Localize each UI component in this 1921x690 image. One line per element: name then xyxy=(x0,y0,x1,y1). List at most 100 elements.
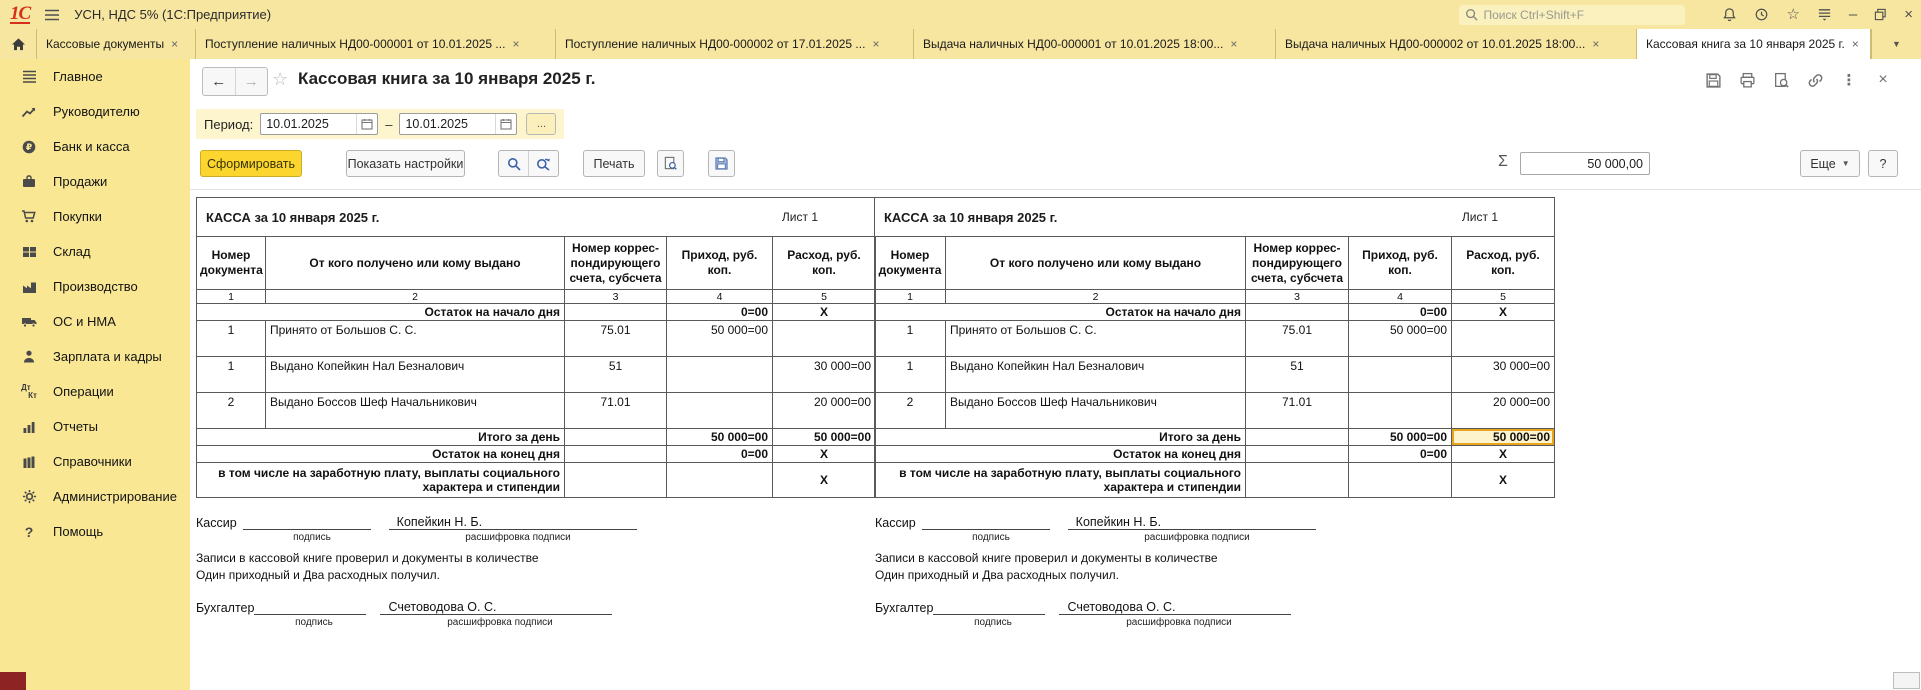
daily-total-income[interactable]: 50 000=00 xyxy=(1349,429,1452,446)
more-button[interactable]: Еще ▼ xyxy=(1800,150,1860,177)
link-icon[interactable] xyxy=(1805,70,1825,90)
tab-close-icon[interactable]: × xyxy=(872,37,879,51)
row-doc-number[interactable]: 2 xyxy=(197,393,266,429)
closing-balance-expense[interactable]: X xyxy=(773,446,876,463)
col-num[interactable]: 5 xyxy=(1452,290,1555,304)
show-settings-button[interactable]: Показать настройки xyxy=(346,150,465,177)
print-icon[interactable] xyxy=(1737,70,1757,90)
daily-total-expense-selected-cell[interactable]: 50 000=00 xyxy=(1452,429,1555,446)
row-account[interactable]: 75.01 xyxy=(565,321,667,357)
find-button[interactable] xyxy=(499,151,528,176)
row-description[interactable]: Выдано Копейкин Нал Безналович xyxy=(266,357,565,393)
tab-cash-receipt-1[interactable]: Поступление наличных НД00-000001 от 10.0… xyxy=(196,29,556,59)
including-payroll-label[interactable]: в том числе на заработную плату, выплаты… xyxy=(197,463,565,498)
opening-balance-label[interactable]: Остаток на начало дня xyxy=(197,304,565,321)
row-account[interactable]: 51 xyxy=(565,357,667,393)
row-doc-number[interactable]: 1 xyxy=(197,321,266,357)
tab-cash-book[interactable]: Кассовая книга за 10 января 2025 г. × xyxy=(1637,29,1871,59)
opening-balance-expense[interactable]: X xyxy=(773,304,876,321)
closing-balance-income[interactable]: 0=00 xyxy=(1349,446,1452,463)
col-header-doc-number[interactable]: Номер документа xyxy=(875,237,946,290)
find-next-button[interactable] xyxy=(528,151,558,176)
history-button[interactable] xyxy=(1754,7,1769,22)
col-header-income[interactable]: Приход, руб. коп. xyxy=(667,237,773,290)
print-button[interactable]: Печать xyxy=(583,150,645,177)
including-payroll-label[interactable]: в том числе на заработную плату, выплаты… xyxy=(875,463,1246,498)
sidebar-item-help[interactable]: ? Помощь xyxy=(0,514,190,549)
row-description[interactable]: Выдано Боссов Шеф Начальникович xyxy=(266,393,565,429)
close-form-icon[interactable]: × xyxy=(1873,70,1893,90)
row-account[interactable]: 51 xyxy=(1246,357,1349,393)
bottom-panel-toggle[interactable] xyxy=(1893,672,1920,689)
opening-balance-expense[interactable]: X xyxy=(1452,304,1555,321)
sidebar-item-warehouse[interactable]: Склад xyxy=(0,234,190,269)
row-description[interactable]: Принято от Большов С. С. xyxy=(946,321,1246,357)
closing-balance-label[interactable]: Остаток на конец дня xyxy=(875,446,1246,463)
row-description[interactable]: Выдано Копейкин Нал Безналович xyxy=(946,357,1246,393)
closing-balance-expense[interactable]: X xyxy=(1452,446,1555,463)
sidebar-item-directories[interactable]: Справочники xyxy=(0,444,190,479)
col-header-expense[interactable]: Расход, руб. коп. xyxy=(773,237,876,290)
daily-total-expense[interactable]: 50 000=00 xyxy=(773,429,876,446)
tab-cash-documents[interactable]: Кассовые документы × xyxy=(37,29,196,59)
opening-balance-label[interactable]: Остаток на начало дня xyxy=(875,304,1246,321)
row-expense[interactable]: 20 000=00 xyxy=(1452,393,1555,429)
row-income[interactable] xyxy=(667,357,773,393)
row-doc-number[interactable]: 1 xyxy=(875,357,946,393)
row-description[interactable]: Принято от Большов С. С. xyxy=(266,321,565,357)
opening-balance-income[interactable]: 0=00 xyxy=(667,304,773,321)
sidebar-item-reports[interactable]: Отчеты xyxy=(0,409,190,444)
tab-close-icon[interactable]: × xyxy=(171,37,178,51)
main-menu-button[interactable] xyxy=(44,8,60,22)
col-header-account[interactable]: Номер коррес-пондирующего счета, субсчет… xyxy=(565,237,667,290)
sidebar-item-manager[interactable]: Руководителю xyxy=(0,94,190,129)
row-doc-number[interactable]: 1 xyxy=(875,321,946,357)
row-income[interactable] xyxy=(1349,357,1452,393)
col-num[interactable]: 2 xyxy=(266,290,565,304)
col-header-expense[interactable]: Расход, руб. коп. xyxy=(1452,237,1555,290)
notifications-button[interactable] xyxy=(1722,7,1737,22)
tab-close-icon[interactable]: × xyxy=(512,37,519,51)
tab-close-icon[interactable]: × xyxy=(1852,37,1859,51)
col-header-account[interactable]: Номер коррес-пондирующего счета, субсчет… xyxy=(1246,237,1349,290)
sheet-caption-band[interactable]: КАССА за 10 января 2025 г. Лист 1 xyxy=(874,197,1555,236)
col-header-doc-number[interactable]: Номер документа xyxy=(197,237,266,290)
period-from-field[interactable]: 10.01.2025 xyxy=(260,113,378,135)
help-button[interactable]: ? xyxy=(1868,150,1898,177)
report-cell[interactable] xyxy=(667,463,773,498)
more-menu-icon[interactable]: ⋮ xyxy=(1839,70,1859,90)
sidebar-item-fixed-assets[interactable]: ОС и НМА xyxy=(0,304,190,339)
including-payroll-expense[interactable]: X xyxy=(1452,463,1555,498)
daily-total-label[interactable]: Итого за день xyxy=(875,429,1246,446)
row-expense[interactable] xyxy=(773,321,876,357)
row-income[interactable] xyxy=(667,393,773,429)
close-window-button[interactable]: × xyxy=(1904,7,1913,22)
report-cell[interactable] xyxy=(1349,463,1452,498)
sidebar-item-bank-cash[interactable]: ₽ Банк и касса xyxy=(0,129,190,164)
row-income[interactable] xyxy=(1349,393,1452,429)
daily-total-label[interactable]: Итого за день xyxy=(197,429,565,446)
row-expense[interactable]: 30 000=00 xyxy=(1452,357,1555,393)
row-account[interactable]: 71.01 xyxy=(565,393,667,429)
row-account[interactable]: 75.01 xyxy=(1246,321,1349,357)
tab-list-dropdown[interactable]: ▼ xyxy=(1871,29,1921,59)
including-payroll-expense[interactable]: X xyxy=(773,463,876,498)
period-options-button[interactable]: ... xyxy=(526,113,556,135)
restore-button[interactable] xyxy=(1874,8,1887,21)
row-expense[interactable] xyxy=(1452,321,1555,357)
col-header-counterparty[interactable]: От кого получено или кому выдано xyxy=(946,237,1246,290)
row-doc-number[interactable]: 2 xyxy=(875,393,946,429)
tab-cash-issue-1[interactable]: Выдача наличных НД00-000001 от 10.01.202… xyxy=(914,29,1276,59)
preview-icon[interactable] xyxy=(1771,70,1791,90)
report-cell[interactable] xyxy=(565,429,667,446)
tab-home[interactable] xyxy=(0,29,37,59)
global-search-input[interactable]: Поиск Ctrl+Shift+F xyxy=(1459,5,1685,25)
sidebar-item-operations[interactable]: ДтКт Операции xyxy=(0,374,190,409)
sidebar-item-payroll-hr[interactable]: Зарплата и кадры xyxy=(0,339,190,374)
save-icon[interactable] xyxy=(1703,70,1723,90)
col-num[interactable]: 2 xyxy=(946,290,1246,304)
save-report-button[interactable] xyxy=(708,150,735,177)
report-cell[interactable] xyxy=(565,304,667,321)
col-num[interactable]: 1 xyxy=(875,290,946,304)
sidebar-item-administration[interactable]: Администрирование xyxy=(0,479,190,514)
